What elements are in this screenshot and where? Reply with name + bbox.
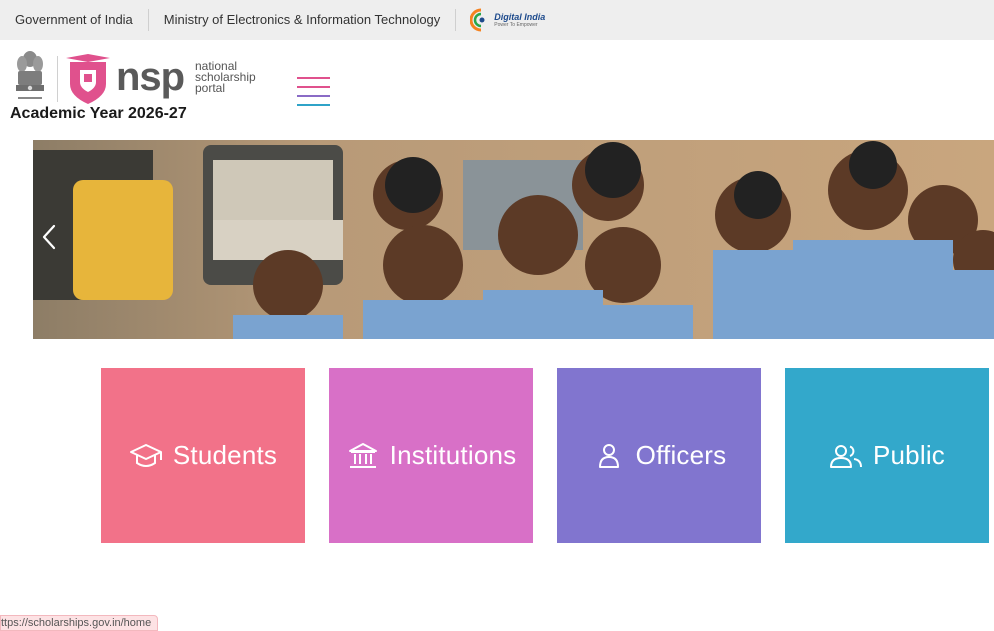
header-divider [57,56,58,102]
students-banner-image [33,140,994,339]
hamburger-menu-icon[interactable] [297,77,330,107]
ministry-link[interactable]: Ministry of Electronics & Information Te… [149,8,456,32]
user-icon [592,441,626,471]
institutions-tile-label: Institutions [389,440,517,470]
top-bar: Government of India Ministry of Electron… [0,0,994,40]
digital-india-tagline: Power To Empower [494,22,538,28]
national-emblem-icon [16,51,44,99]
officers-tile-button[interactable]: Officers [557,368,761,543]
digital-india-logo[interactable]: Digital India Power To Empower [456,8,545,32]
institutions-tile-button[interactable]: Institutions [329,368,533,543]
institution-building-icon [346,441,380,471]
students-tile-button[interactable]: Students [101,368,305,543]
government-of-india-link[interactable]: Government of India [0,8,148,32]
students-tile-label: Students [172,440,278,470]
nsp-subtitle-line-3: portal [195,81,226,95]
digital-india-icon [470,8,485,32]
public-tile-label: Public [872,440,945,470]
graduation-cap-icon [129,441,163,471]
nsp-shield-logo[interactable] [64,54,112,104]
digital-india-title: Digital India [494,12,546,22]
academic-year-label: Academic Year 2026-27 [10,105,187,122]
officers-tile-label: Officers [635,440,727,470]
nsp-subtitle: national scholarship portal [195,60,256,95]
status-bar-url: ttps://scholarships.gov.in/home [0,615,159,631]
users-icon [829,441,863,471]
nsp-wordmark[interactable]: nsp [116,54,185,100]
public-tile-button[interactable]: Public [785,368,989,543]
hero-carousel-slide[interactable] [33,140,994,339]
carousel-prev-chevron-left-icon[interactable] [38,220,62,254]
